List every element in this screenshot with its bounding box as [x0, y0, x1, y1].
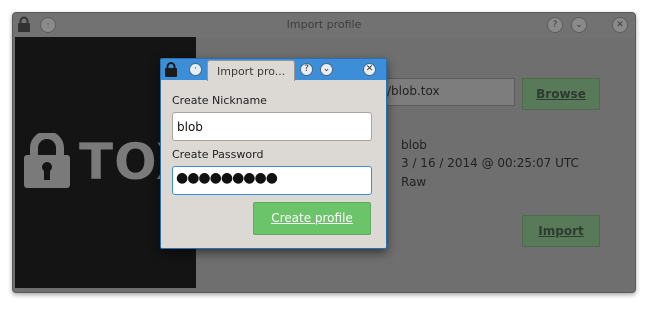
lock-icon [24, 133, 70, 188]
dialog-titlebar: · Import pro... ? ⌄ ✕ [161, 59, 386, 81]
dialog-menu-button[interactable]: · [189, 63, 202, 76]
create-profile-dialog: · Import pro... ? ⌄ ✕ Create Nickname bl… [160, 58, 387, 249]
profile-path-field[interactable]: /blob.tox [383, 78, 515, 106]
import-button[interactable]: Import [522, 215, 600, 247]
nickname-label: Create Nickname [172, 94, 267, 107]
password-label: Create Password [172, 148, 264, 161]
dialog-title-tab: Import pro... [207, 60, 295, 81]
help-icon[interactable]: ? [300, 63, 313, 76]
window-title: Import profile [286, 18, 362, 31]
nickname-field[interactable]: blob [172, 112, 372, 141]
profile-name-value: blob [401, 138, 427, 152]
password-field[interactable]: ●●●●●●●●● [172, 166, 372, 195]
password-mask: ●●●●●●●●● [176, 170, 278, 186]
lock-icon [165, 62, 177, 77]
browse-button[interactable]: Browse [522, 78, 600, 110]
close-icon[interactable]: ✕ [612, 17, 628, 33]
close-icon[interactable]: ✕ [363, 63, 376, 76]
minimize-icon[interactable]: ⌄ [571, 17, 587, 33]
help-icon[interactable]: ? [547, 17, 563, 33]
minimize-icon[interactable]: ⌄ [320, 63, 333, 76]
create-profile-button[interactable]: Create profile [253, 202, 371, 235]
profile-type-value: Raw [401, 175, 427, 189]
profile-date-value: 3 / 16 / 2014 @ 00:25:07 UTC [401, 156, 579, 170]
window-titlebar: · Import profile ? ⌄ ✕ [13, 13, 635, 38]
